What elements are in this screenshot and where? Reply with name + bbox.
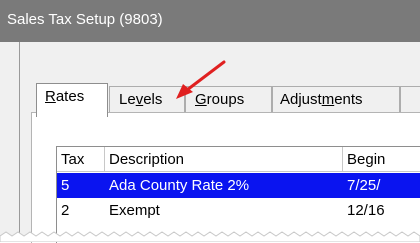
cell-description: Exempt — [109, 202, 160, 219]
cell-tax: 5 — [57, 173, 105, 198]
table-row[interactable]: 5 Ada County Rate 2% 7/25/ — [57, 173, 420, 198]
cell-begin: 7/25/ — [343, 173, 420, 198]
column-header-tax[interactable]: Tax — [57, 147, 105, 172]
tab-levels-label: Levels — [119, 91, 163, 108]
cell-tax: 2 — [61, 202, 70, 219]
tab-groups[interactable]: Groups — [185, 86, 272, 113]
grid-header-row: Tax Description Begin — [57, 147, 420, 172]
cell-description: Ada County Rate 2% — [105, 173, 343, 198]
tab-adjustments[interactable]: Adjustments — [272, 86, 400, 113]
window-title: Sales Tax Setup (9803) — [7, 11, 163, 28]
column-header-description[interactable]: Description — [105, 147, 343, 172]
tab-groups-label: Groups — [195, 91, 245, 108]
tab-rates[interactable]: Rates — [36, 83, 108, 117]
sales-tax-setup-window: Sales Tax Setup (9803) Rates Levels Grou… — [0, 0, 420, 243]
tab-levels[interactable]: Levels — [109, 86, 185, 113]
column-header-begin[interactable]: Begin — [343, 147, 420, 172]
tab-adjustments-label: Adjustments — [280, 91, 363, 108]
tab-more[interactable] — [400, 86, 420, 113]
tax-rates-grid[interactable]: Tax Description Begin 5 Ada County Rate … — [56, 146, 420, 243]
tab-rates-label: Rates — [45, 88, 85, 105]
table-row[interactable]: 2 Exempt 12/16 — [57, 198, 420, 223]
title-bar[interactable]: Sales Tax Setup (9803) — [0, 0, 420, 42]
cell-begin: 12/16 — [347, 202, 385, 219]
